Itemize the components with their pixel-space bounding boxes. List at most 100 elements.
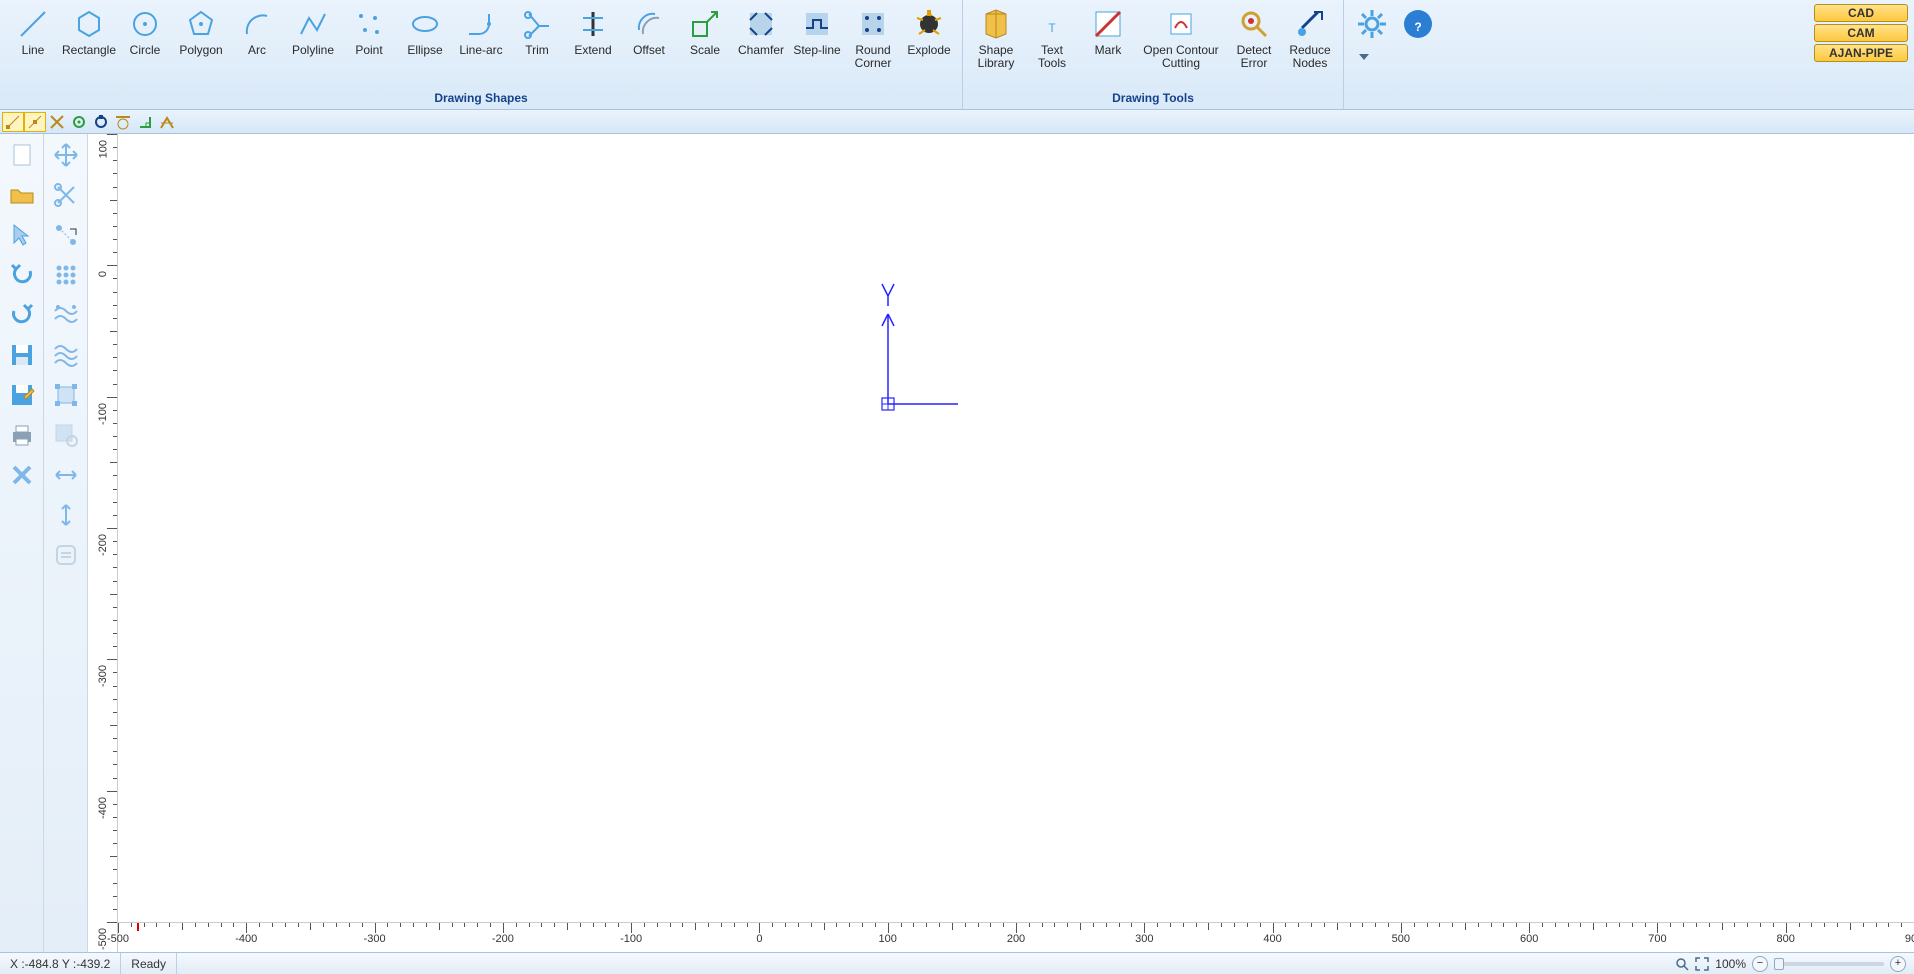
shapelib-button[interactable]: Shape Library [969, 4, 1023, 72]
dim-h-button[interactable] [49, 458, 83, 492]
y-axis-label-icon [882, 284, 894, 306]
snap-quadrant-button[interactable] [90, 112, 112, 132]
mode-tab-ajan-pipe[interactable]: AJAN-PIPE [1814, 44, 1908, 62]
roundcorner-button[interactable]: Round Corner [846, 4, 900, 72]
drawing-canvas[interactable]: -500-400-300-200-10001002003004005006007… [118, 134, 1914, 952]
select-button[interactable] [5, 218, 39, 252]
move-icon [52, 141, 80, 169]
detecterror-button[interactable]: Detect Error [1227, 4, 1281, 72]
linearc-button[interactable]: Line-arc [454, 4, 508, 72]
ribbon-btn-label: Offset [633, 44, 665, 70]
grid-icon [52, 261, 80, 289]
grid-button[interactable] [49, 258, 83, 292]
reducenodes-icon [1292, 6, 1328, 42]
point-button[interactable]: Point [342, 4, 396, 72]
swap-button[interactable] [49, 538, 83, 572]
rect-handles-button[interactable] [49, 378, 83, 412]
saveas-button[interactable] [5, 378, 39, 412]
settings-button[interactable] [1350, 4, 1394, 44]
zoom-search-icon[interactable] [1675, 957, 1689, 971]
mark-icon [1090, 6, 1126, 42]
mode-tab-cad[interactable]: CAD [1814, 4, 1908, 22]
new-icon [8, 141, 36, 169]
polygon-button[interactable]: Polygon [174, 4, 228, 72]
status-zoom-controls: 100% − + [1667, 956, 1914, 972]
stepline-button[interactable]: Step-line [790, 4, 844, 72]
help-icon: ? [1400, 6, 1436, 42]
open-button[interactable] [5, 178, 39, 212]
ruler-h-label: 400 [1263, 933, 1281, 945]
texttools-button[interactable]: TText Tools [1025, 4, 1079, 72]
zoom-slider[interactable] [1774, 962, 1884, 966]
snap-perpendicular-button[interactable] [134, 112, 156, 132]
wave2-button[interactable] [49, 338, 83, 372]
rect-gear-button[interactable] [49, 418, 83, 452]
left-toolbar-b [44, 134, 88, 952]
move-button[interactable] [49, 138, 83, 172]
redo-button[interactable] [5, 298, 39, 332]
delete-icon [8, 461, 36, 489]
ruler-h-label: 800 [1777, 933, 1795, 945]
new-button[interactable] [5, 138, 39, 172]
zoom-fit-icon[interactable] [1695, 957, 1709, 971]
help-button[interactable]: ? [1396, 4, 1440, 44]
svg-text:T: T [1048, 21, 1056, 35]
snap-endpoint-button[interactable] [2, 112, 24, 132]
ribbon-extras-dropdown[interactable] [1350, 54, 1378, 60]
extend-button[interactable]: Extend [566, 4, 620, 72]
ribbon-btn-label: Extend [574, 44, 611, 70]
snap-nearest-button[interactable] [156, 112, 178, 132]
line-button[interactable]: Line [6, 4, 60, 72]
scale-button[interactable]: Scale [678, 4, 732, 72]
dim-v-button[interactable] [49, 498, 83, 532]
zoom-in-button[interactable]: + [1890, 956, 1906, 972]
mode-tabs: CAD CAM AJAN-PIPE [1814, 4, 1908, 62]
swap-icon [52, 541, 80, 569]
roundcorner-icon [855, 6, 891, 42]
mark-button[interactable]: Mark [1081, 4, 1135, 72]
opencontour-button[interactable]: Open Contour Cutting [1137, 4, 1225, 72]
reducenodes-button[interactable]: Reduce Nodes [1283, 4, 1337, 72]
settings-icon [1354, 6, 1390, 42]
ruler-v-label: 0 [97, 271, 109, 277]
cut-button[interactable] [49, 178, 83, 212]
print-button[interactable] [5, 418, 39, 452]
delete-button[interactable] [5, 458, 39, 492]
ribbon-btn-label: Rectangle [62, 44, 116, 70]
ribbon-btn-label: Ellipse [407, 44, 442, 70]
ribbon-btn-label: Reduce Nodes [1289, 44, 1330, 70]
zoom-out-button[interactable]: − [1752, 956, 1768, 972]
circle-button[interactable]: Circle [118, 4, 172, 72]
cut-icon [52, 181, 80, 209]
snap-midpoint-button[interactable] [24, 112, 46, 132]
trim-button[interactable]: Trim [510, 4, 564, 72]
snap-intersection-button[interactable] [46, 112, 68, 132]
ribbon-btn-label: Polyline [292, 44, 334, 70]
ellipse-icon [407, 6, 443, 42]
shapelib-icon [978, 6, 1014, 42]
save-button[interactable] [5, 338, 39, 372]
status-state: Ready [121, 953, 177, 974]
node-button[interactable] [49, 218, 83, 252]
chamfer-button[interactable]: Chamfer [734, 4, 788, 72]
snap-tangent-button[interactable] [112, 112, 134, 132]
ribbon-btn-label: Line [22, 44, 45, 70]
arc-button[interactable]: Arc [230, 4, 284, 72]
wave-button[interactable] [49, 298, 83, 332]
offset-icon [631, 6, 667, 42]
explode-button[interactable]: Explode [902, 4, 956, 72]
ribbon-group-shapes-title: Drawing Shapes [6, 91, 956, 107]
linearc-icon [463, 6, 499, 42]
undo-button[interactable] [5, 258, 39, 292]
polygon-icon [183, 6, 219, 42]
offset-button[interactable]: Offset [622, 4, 676, 72]
rectangle-button[interactable]: Rectangle [62, 4, 116, 72]
snap-midpoint-icon [27, 114, 43, 130]
ellipse-button[interactable]: Ellipse [398, 4, 452, 72]
mode-tab-cam[interactable]: CAM [1814, 24, 1908, 42]
snap-nearest-icon [159, 114, 175, 130]
snap-center-button[interactable] [68, 112, 90, 132]
polyline-button[interactable]: Polyline [286, 4, 340, 72]
dim-h-icon [52, 461, 80, 489]
wave2-icon [52, 341, 80, 369]
